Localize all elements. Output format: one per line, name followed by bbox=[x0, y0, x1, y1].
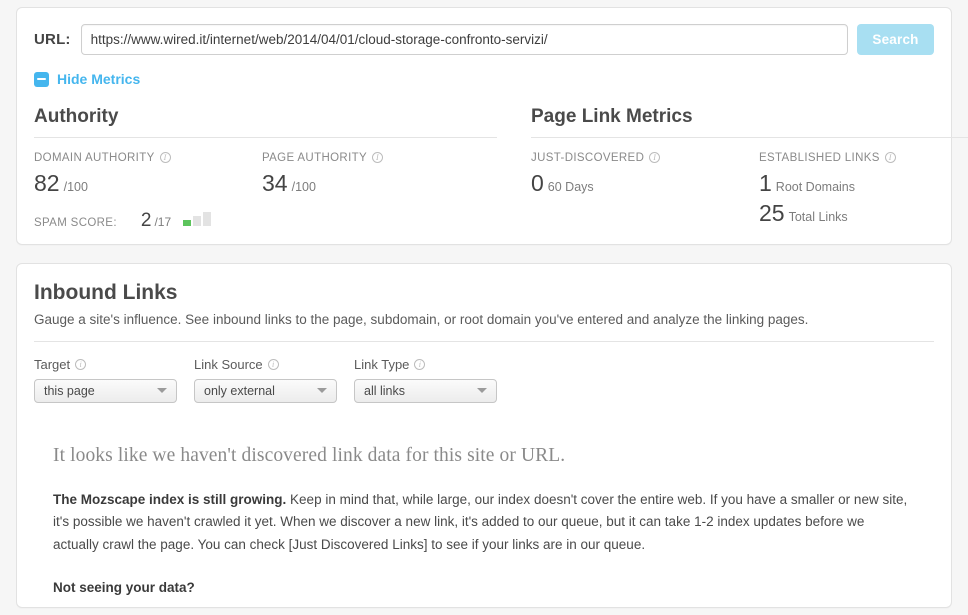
url-label: URL: bbox=[34, 31, 71, 48]
established-links-label-text: ESTABLISHED LINKS bbox=[759, 151, 880, 164]
inbound-links-description: Gauge a site's influence. See inbound li… bbox=[34, 311, 809, 327]
filter-link-type-value: all links bbox=[364, 383, 405, 398]
info-icon[interactable]: i bbox=[267, 358, 279, 370]
info-icon[interactable]: i bbox=[649, 152, 661, 163]
empty-state-body: The Mozscape index is still growing. Kee… bbox=[53, 489, 913, 557]
total-links-unit: Total Links bbox=[788, 209, 848, 224]
filter-link-type-label-text: Link Type bbox=[354, 356, 410, 372]
just-discovered-metric: JUST-DISCOVERED i 0 60 Days bbox=[531, 152, 759, 225]
domain-authority-value-row: 82 /100 bbox=[34, 169, 262, 196]
authority-column: Authority DOMAIN AUTHORITY i 82 /100 bbox=[34, 106, 497, 230]
filter-target-select[interactable]: this page bbox=[34, 378, 177, 403]
info-icon[interactable]: i bbox=[884, 152, 896, 163]
page-authority-label: PAGE AUTHORITY i bbox=[262, 152, 474, 164]
domain-authority-unit: /100 bbox=[63, 179, 88, 194]
established-links-metric: ESTABLISHED LINKS i 1 Root Domains 25 To… bbox=[759, 152, 968, 225]
root-domains-unit: Root Domains bbox=[775, 179, 855, 194]
chevron-down-icon bbox=[477, 388, 487, 393]
inbound-links-card: Inbound Links Gauge a site's influence. … bbox=[16, 262, 952, 608]
info-icon[interactable]: i bbox=[75, 358, 87, 370]
info-icon[interactable]: i bbox=[414, 358, 426, 370]
inbound-links-title: Inbound Links bbox=[34, 280, 178, 304]
empty-state-subheading: Not seeing your data? bbox=[53, 579, 195, 595]
chevron-down-icon bbox=[317, 388, 327, 393]
empty-state-headline: It looks like we haven't discovered link… bbox=[53, 444, 566, 466]
root-domains-value-row: 1 Root Domains bbox=[759, 169, 968, 196]
filter-link-source-value: only external bbox=[204, 383, 275, 398]
established-links-label: ESTABLISHED LINKS i bbox=[759, 152, 968, 164]
info-icon[interactable]: i bbox=[159, 152, 171, 163]
page-root: URL: Search Hide Metrics Authority DOMAI… bbox=[0, 0, 968, 615]
domain-authority-metric: DOMAIN AUTHORITY i 82 /100 bbox=[34, 152, 262, 195]
filter-link-source-select[interactable]: only external bbox=[194, 378, 337, 403]
empty-state: It looks like we haven't discovered link… bbox=[34, 445, 934, 595]
filter-link-source-label-text: Link Source bbox=[194, 356, 263, 372]
filter-link-source: Link Source i only external bbox=[194, 357, 337, 403]
chevron-down-icon bbox=[157, 388, 167, 393]
divider bbox=[34, 340, 934, 342]
page-authority-unit: /100 bbox=[291, 179, 316, 194]
domain-authority-label: DOMAIN AUTHORITY i bbox=[34, 152, 262, 164]
filters-row: Target i this page Link Source i only ex… bbox=[34, 357, 934, 403]
just-discovered-value: 0 bbox=[531, 169, 544, 196]
spam-bar-empty bbox=[193, 215, 202, 226]
metrics-card: URL: Search Hide Metrics Authority DOMAI… bbox=[16, 7, 968, 245]
total-links-value: 25 bbox=[759, 199, 785, 226]
hide-metrics-label: Hide Metrics bbox=[57, 71, 141, 87]
url-search-row: URL: Search bbox=[34, 24, 934, 55]
hide-metrics-toggle[interactable]: Hide Metrics bbox=[34, 71, 140, 87]
total-links-value-row: 25 Total Links bbox=[759, 199, 968, 226]
just-discovered-label: JUST-DISCOVERED i bbox=[531, 152, 759, 164]
filter-link-type-select[interactable]: all links bbox=[354, 378, 497, 403]
minus-icon bbox=[34, 71, 49, 87]
just-discovered-unit: 60 Days bbox=[547, 179, 594, 194]
spam-score-value: 2 bbox=[140, 209, 152, 231]
authority-title: Authority bbox=[34, 106, 497, 138]
spam-score-label: SPAM SCORE: bbox=[34, 216, 117, 229]
url-input[interactable] bbox=[80, 24, 848, 55]
spam-score-bars bbox=[183, 211, 212, 226]
spam-score-unit: /17 bbox=[154, 214, 172, 229]
filter-target-value: this page bbox=[44, 383, 95, 398]
page-authority-value: 34 bbox=[262, 169, 288, 196]
spam-score-row: SPAM SCORE: 2 /17 bbox=[34, 211, 497, 230]
spam-bar-empty bbox=[203, 211, 212, 226]
domain-authority-value: 82 bbox=[34, 169, 60, 196]
filter-link-source-label: Link Source i bbox=[194, 357, 337, 372]
page-link-metrics-column: Page Link Metrics JUST-DISCOVERED i 0 60… bbox=[531, 106, 968, 230]
page-authority-value-row: 34 /100 bbox=[262, 169, 474, 196]
authority-metrics: DOMAIN AUTHORITY i 82 /100 PAGE AUTHORIT… bbox=[34, 152, 497, 195]
spam-bar-filled bbox=[183, 219, 192, 226]
page-link-metrics-title: Page Link Metrics bbox=[531, 106, 968, 138]
domain-authority-label-text: DOMAIN AUTHORITY bbox=[34, 151, 155, 164]
page-authority-label-text: PAGE AUTHORITY bbox=[262, 151, 368, 164]
filter-target-label: Target i bbox=[34, 357, 177, 372]
empty-state-body-bold: The Mozscape index is still growing. bbox=[53, 491, 287, 507]
root-domains-value: 1 bbox=[759, 169, 772, 196]
just-discovered-value-row: 0 60 Days bbox=[531, 169, 759, 196]
search-button[interactable]: Search bbox=[857, 24, 934, 55]
filter-link-type: Link Type i all links bbox=[354, 357, 497, 403]
page-authority-metric: PAGE AUTHORITY i 34 /100 bbox=[262, 152, 474, 195]
metrics-row: Authority DOMAIN AUTHORITY i 82 /100 bbox=[34, 106, 968, 230]
filter-target-label-text: Target bbox=[34, 356, 71, 372]
just-discovered-label-text: JUST-DISCOVERED bbox=[531, 151, 645, 164]
info-icon[interactable]: i bbox=[372, 152, 384, 163]
filter-link-type-label: Link Type i bbox=[354, 357, 497, 372]
filter-target: Target i this page bbox=[34, 357, 177, 403]
page-link-metrics-grid: JUST-DISCOVERED i 0 60 Days ESTABLISHED … bbox=[531, 152, 968, 225]
